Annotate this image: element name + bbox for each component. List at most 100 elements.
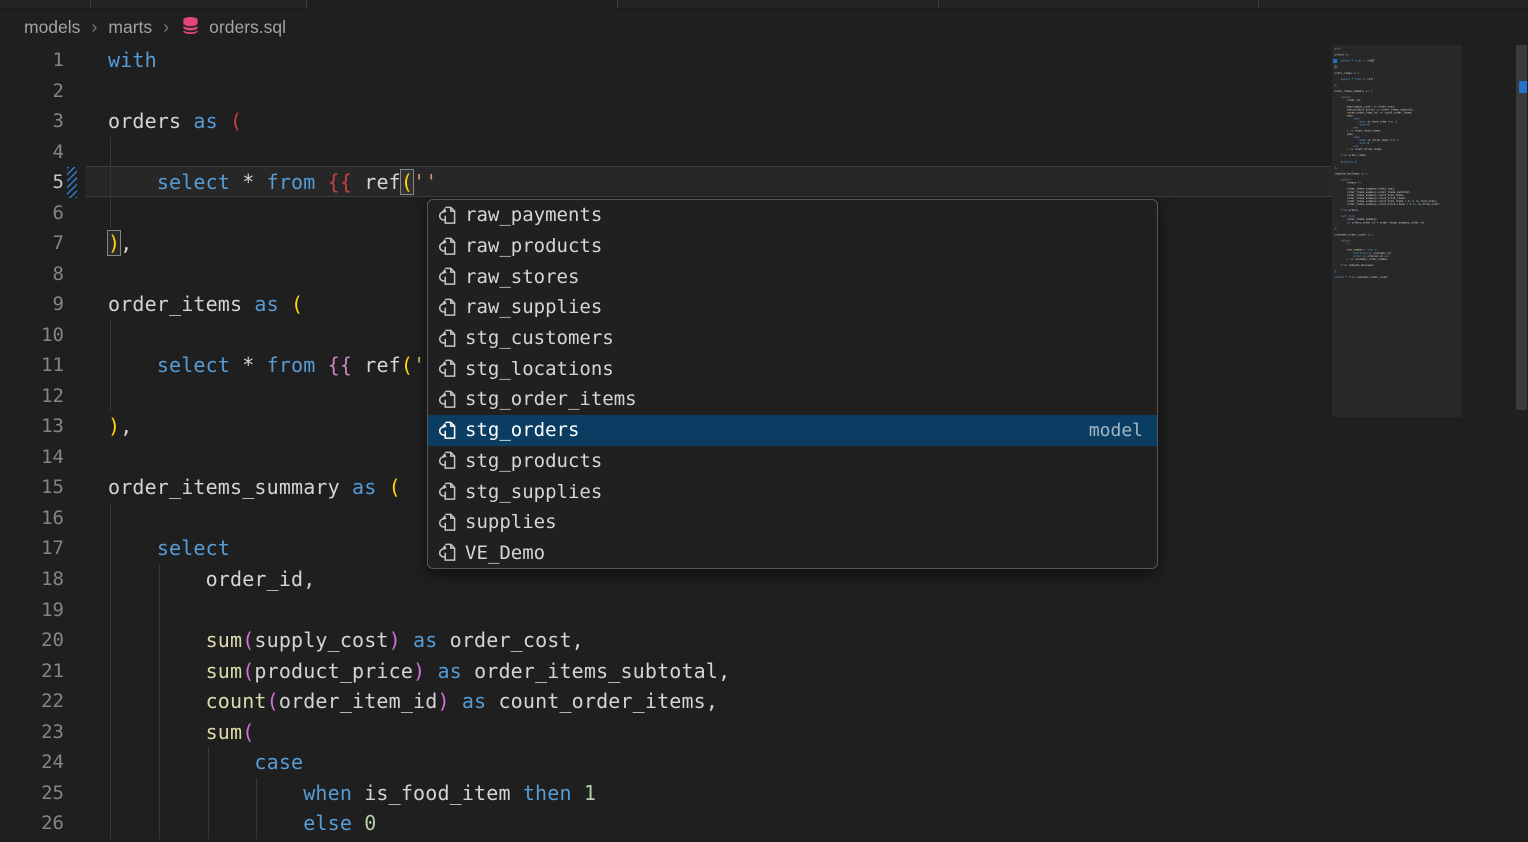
indent-guide <box>110 137 111 168</box>
suggestion-label: raw_stores <box>465 266 579 288</box>
scrollbar-track[interactable] <box>1514 45 1528 842</box>
code-line[interactable]: 4 <box>0 137 1460 168</box>
suggestion-item[interactable]: stg_locations <box>428 353 1157 384</box>
tab-separator <box>306 0 307 8</box>
code-line[interactable]: 2 <box>0 76 1460 107</box>
breadcrumb-item-models[interactable]: models <box>24 17 80 38</box>
line-number[interactable]: 3 <box>0 106 64 137</box>
line-number[interactable]: 16 <box>0 503 64 534</box>
reference-icon <box>437 328 458 349</box>
reference-icon <box>437 205 458 226</box>
line-number[interactable]: 7 <box>0 228 64 259</box>
line-number[interactable]: 18 <box>0 564 64 595</box>
suggestion-label: raw_payments <box>465 204 602 226</box>
code-text: select <box>108 533 230 564</box>
reference-icon <box>437 512 458 533</box>
line-number[interactable]: 9 <box>0 289 64 320</box>
vscode-window: models › marts › orders.sql 1with23order… <box>0 0 1528 842</box>
suggestion-label: raw_supplies <box>465 296 602 318</box>
code-line[interactable]: 22 count(order_item_id) as count_order_i… <box>0 686 1460 717</box>
code-line[interactable]: 24 case <box>0 747 1460 778</box>
tab-bar[interactable] <box>0 0 1528 9</box>
code-text: count(order_item_id) as count_order_item… <box>108 686 718 717</box>
suggestion-item[interactable]: supplies <box>428 507 1157 538</box>
suggestion-label: stg_orders <box>465 419 579 441</box>
line-number[interactable]: 19 <box>0 595 64 626</box>
suggestion-item[interactable]: stg_order_items <box>428 384 1157 415</box>
line-number[interactable]: 24 <box>0 747 64 778</box>
code-text: orders as ( <box>108 106 242 137</box>
suggestion-label: raw_products <box>465 235 602 257</box>
code-text: select * from {{ ref('' <box>108 167 437 198</box>
suggestion-label: supplies <box>465 511 557 533</box>
line-number[interactable]: 21 <box>0 656 64 687</box>
reference-icon <box>437 297 458 318</box>
code-text: order_items as ( <box>108 289 303 320</box>
line-number[interactable]: 14 <box>0 442 64 473</box>
tab-separator <box>1258 0 1259 8</box>
suggestion-item[interactable]: raw_payments <box>428 200 1157 231</box>
suggestion-item[interactable]: stg_supplies <box>428 476 1157 507</box>
minimap-slider[interactable] <box>1332 45 1462 417</box>
code-line[interactable]: 1with <box>0 45 1460 76</box>
breadcrumb-file-name[interactable]: orders.sql <box>209 17 286 38</box>
line-number[interactable]: 20 <box>0 625 64 656</box>
line-number[interactable]: 8 <box>0 259 64 290</box>
indent-guide <box>159 595 160 626</box>
autocomplete-popup[interactable]: raw_payments raw_products raw_stores raw_su… <box>427 199 1158 569</box>
line-number[interactable]: 15 <box>0 472 64 503</box>
line-number[interactable]: 25 <box>0 778 64 809</box>
suggestion-item[interactable]: VE_Demo <box>428 538 1157 569</box>
suggestion-label: stg_order_items <box>465 388 637 410</box>
line-number[interactable]: 17 <box>0 533 64 564</box>
suggestion-label: stg_supplies <box>465 481 602 503</box>
tab-separator <box>938 0 939 8</box>
git-modified-indicator[interactable] <box>67 167 77 198</box>
suggestion-item-selected[interactable]: stg_ordersmodel <box>428 415 1157 446</box>
code-text: sum( <box>108 717 254 748</box>
line-number[interactable]: 13 <box>0 411 64 442</box>
line-number[interactable]: 2 <box>0 76 64 107</box>
reference-icon <box>437 389 458 410</box>
code-line[interactable]: 26 else 0 <box>0 808 1460 839</box>
line-number[interactable]: 23 <box>0 717 64 748</box>
reference-icon <box>437 420 458 441</box>
indent-guide <box>110 503 111 534</box>
code-line[interactable]: 3 orders as ( <box>0 106 1460 137</box>
code-line[interactable]: 19 <box>0 595 1460 626</box>
code-line[interactable]: 5 select * from {{ ref('' <box>0 167 1460 198</box>
code-line[interactable]: 25 when is_food_item then 1 <box>0 778 1460 809</box>
code-text: when is_food_item then 1 <box>108 778 596 809</box>
chevron-right-icon: › <box>91 17 97 38</box>
suggestion-item[interactable]: raw_products <box>428 231 1157 262</box>
indent-guide <box>110 595 111 626</box>
code-text: ), <box>108 411 132 442</box>
suggestion-item[interactable]: raw_stores <box>428 261 1157 292</box>
suggestion-item[interactable]: stg_customers <box>428 323 1157 354</box>
suggestion-item[interactable]: stg_products <box>428 446 1157 477</box>
active-tab[interactable] <box>306 0 617 9</box>
code-line[interactable]: 20 sum(supply_cost) as order_cost, <box>0 625 1460 656</box>
line-number[interactable]: 22 <box>0 686 64 717</box>
scrollbar-thumb[interactable] <box>1516 45 1527 410</box>
overview-modified-marker <box>1519 81 1527 93</box>
line-number[interactable]: 1 <box>0 45 64 76</box>
line-number[interactable]: 5 <box>0 167 64 198</box>
suggestion-item[interactable]: raw_supplies <box>428 292 1157 323</box>
reference-icon <box>437 266 458 287</box>
line-number[interactable]: 26 <box>0 808 64 839</box>
code-text: order_id, <box>108 564 315 595</box>
reference-icon <box>437 542 458 563</box>
code-line[interactable]: 23 sum( <box>0 717 1460 748</box>
code-text: order_items_summary as ( <box>108 472 401 503</box>
database-icon <box>180 15 201 41</box>
code-text: ), <box>108 228 132 259</box>
line-number[interactable]: 10 <box>0 320 64 351</box>
line-number[interactable]: 12 <box>0 381 64 412</box>
breadcrumb-item-marts[interactable]: marts <box>108 17 152 38</box>
tab-separator <box>90 0 91 8</box>
line-number[interactable]: 11 <box>0 350 64 381</box>
code-line[interactable]: 21 sum(product_price) as order_items_sub… <box>0 656 1460 687</box>
line-number[interactable]: 6 <box>0 198 64 229</box>
line-number[interactable]: 4 <box>0 137 64 168</box>
